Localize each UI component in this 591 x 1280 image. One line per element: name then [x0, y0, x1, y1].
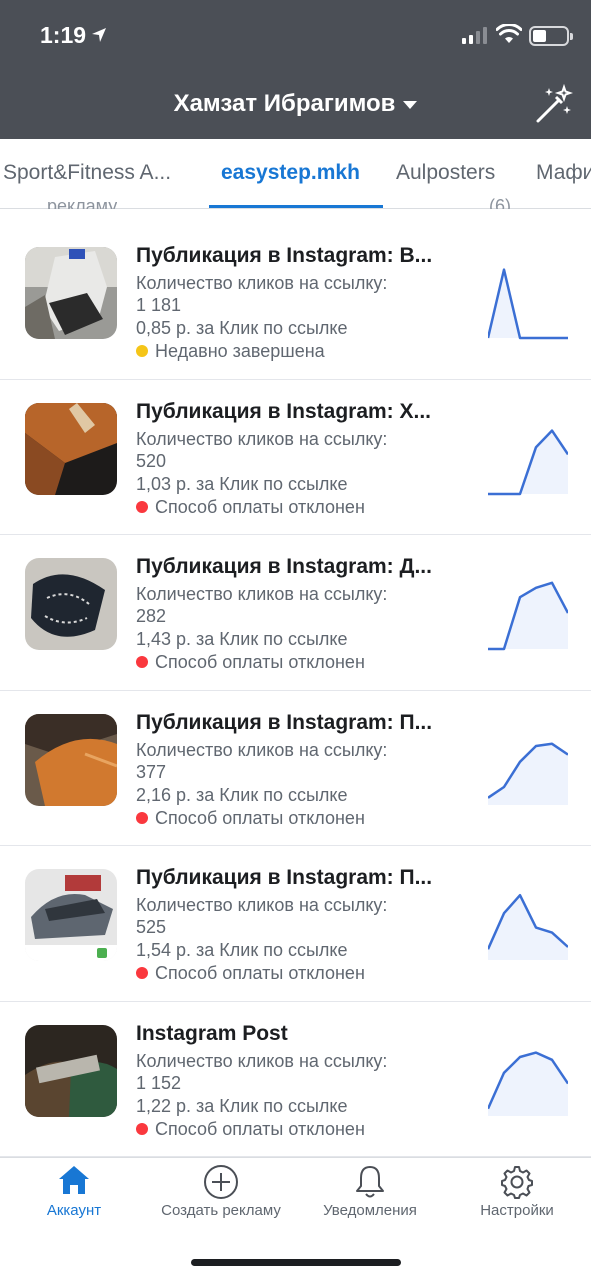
cost-per-click: 1,03 р. за Клик по ссылке [136, 473, 348, 494]
top-bar: 1:19 Хамзат Ибрагимов [0, 0, 591, 139]
status-text: Способ оплаты отклонен [155, 807, 365, 828]
campaign-row[interactable]: Публикация в Instagram: Д... Количество … [0, 535, 591, 691]
metric-label: Количество кликов на ссылку: [136, 584, 388, 604]
campaign-title: Публикация в Instagram: Х... [136, 399, 432, 423]
metric-label: Количество кликов на ссылку: [136, 895, 388, 915]
campaign-row[interactable]: Публикация в Instagram: В... Количество … [0, 224, 591, 380]
ad-thumbnail [25, 558, 117, 650]
status-text: Способ оплаты отклонен [155, 652, 365, 672]
ad-thumbnail [25, 869, 117, 961]
status-line: Способ оплаты отклонен [136, 808, 365, 829]
nav-label: Создать рекламу [161, 1202, 281, 1219]
status-dot [136, 1122, 148, 1135]
metric-value: 282 [136, 606, 167, 626]
status-line: Способ оплаты отклонен [136, 1119, 365, 1140]
metric-label: Количество кликов на ссылку: [136, 273, 388, 293]
account-switcher[interactable]: Хамзат Ибрагимов [0, 90, 591, 118]
nav-settings[interactable]: Настройки [447, 1158, 587, 1228]
home-icon [59, 1166, 89, 1194]
sparkline-chart [488, 428, 568, 495]
tab-aulposters[interactable]: Aulposters [396, 161, 495, 185]
sparkline-chart [488, 268, 568, 340]
account-name: Хамзат Ибрагимов [173, 90, 396, 117]
tab-mafi[interactable]: Мафи [536, 161, 591, 185]
nav-label: Аккаунт [46, 1202, 102, 1219]
status-dot [136, 656, 148, 668]
partial-header-right: (6) [489, 196, 511, 209]
status-line: Недавно завершена [136, 341, 325, 362]
nav-label: Уведомления [323, 1202, 417, 1219]
ad-thumbnail [25, 713, 117, 806]
campaign-row[interactable]: Instagram Post Количество кликов на ссыл… [0, 1002, 591, 1157]
active-tab-indicator [209, 205, 383, 208]
status-line: Способ оплаты отклонен [136, 963, 365, 984]
battery-icon [529, 26, 573, 46]
sparkline-chart [488, 581, 568, 651]
campaign-row[interactable]: Публикация в Instagram: Х... Количество … [0, 380, 591, 535]
status-line: Способ оплаты отклонен [136, 497, 365, 518]
nav-label: Настройки [480, 1202, 554, 1219]
campaign-title: Публикация в Instagram: П... [136, 866, 433, 889]
campaign-row[interactable]: Публикация в Instagram: П... Количество … [0, 691, 591, 846]
status-dot [136, 500, 148, 513]
nav-create-ad[interactable]: Создать рекламу [151, 1158, 291, 1228]
nav-account[interactable]: Аккаунт [4, 1158, 144, 1228]
home-indicator [191, 1259, 401, 1266]
bell-icon [356, 1166, 384, 1198]
status-line: Способ оплаты отклонен [136, 652, 365, 673]
campaign-title: Instagram Post [136, 1021, 288, 1045]
status-dot [136, 345, 148, 357]
wifi-icon [496, 24, 522, 43]
metric-value: 1 152 [136, 1072, 182, 1093]
tab-easystep[interactable]: easystep.mkh [221, 161, 360, 185]
cost-per-click: 0,85 р. за Клик по ссылке [136, 318, 348, 338]
cost-per-click: 1,22 р. за Клик по ссылке [136, 1095, 348, 1116]
metric-value: 377 [136, 761, 167, 782]
signal-icon [462, 26, 487, 44]
status-text: Способ оплаты отклонен [155, 963, 365, 983]
campaign-title: Публикация в Instagram: В... [136, 244, 433, 267]
cost-per-click: 1,43 р. за Клик по ссылке [136, 629, 348, 649]
status-text: Способ оплаты отклонен [155, 1118, 365, 1139]
metric-value: 1 181 [136, 295, 182, 315]
status-dot [136, 967, 148, 979]
gear-icon [501, 1166, 533, 1199]
metric-label: Количество кликов на ссылку: [136, 428, 388, 449]
sparkline-chart [488, 893, 568, 960]
status-text: Недавно завершена [155, 341, 325, 361]
ad-thumbnail [25, 402, 117, 495]
partial-header-left: рекламу [47, 196, 118, 209]
cost-per-click: 1,54 р. за Клик по ссылке [136, 940, 348, 960]
campaign-row[interactable]: Публикация в Instagram: П... Количество … [0, 846, 591, 1002]
campaign-list: Публикация в Instagram: В... Количество … [0, 224, 591, 1157]
tab-sport-fitness[interactable]: Sport&Fitness A... [3, 161, 171, 185]
location-arrow-icon [92, 28, 106, 42]
metric-value: 520 [136, 450, 167, 471]
sparkline-chart [488, 1050, 568, 1116]
status-text: Способ оплаты отклонен [155, 496, 365, 517]
chevron-down-icon [403, 100, 418, 109]
sparkline-chart [488, 742, 568, 805]
sparkline-area [488, 895, 568, 960]
status-dot [136, 811, 148, 824]
cost-per-click: 2,16 р. за Клик по ссылке [136, 784, 348, 805]
magic-wand-icon[interactable] [533, 84, 573, 124]
plus-circle-icon [204, 1165, 238, 1199]
ad-thumbnail [25, 1024, 117, 1117]
campaign-title: Публикация в Instagram: Д... [136, 555, 432, 578]
campaign-title: Публикация в Instagram: П... [136, 710, 433, 734]
sparkline-area [488, 430, 568, 494]
metric-label: Количество кликов на ссылку: [136, 739, 388, 760]
metric-value: 525 [136, 917, 167, 937]
ad-thumbnail [25, 247, 117, 339]
nav-notifications[interactable]: Уведомления [300, 1158, 440, 1228]
sparkline-area [488, 269, 568, 338]
metric-label: Количество кликов на ссылку: [136, 1050, 388, 1071]
status-time: 1:19 [40, 22, 87, 48]
